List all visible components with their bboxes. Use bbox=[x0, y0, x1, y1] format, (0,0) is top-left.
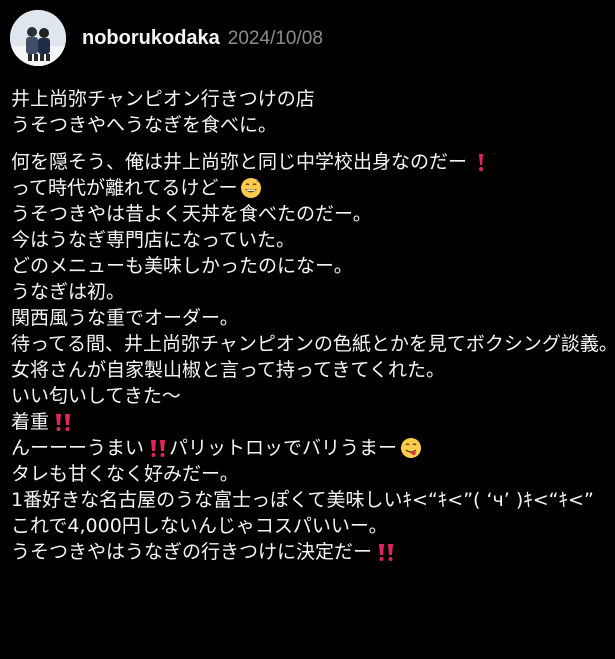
post-text-line: うそつきやは昔よく天丼を食べたのだー。 bbox=[11, 201, 613, 227]
exclamation-icon bbox=[470, 151, 492, 173]
line-text: タレも甘くなく好みだー。 bbox=[11, 463, 239, 485]
double-exclamation-icon bbox=[147, 437, 169, 459]
post-meta: noborukodaka 2024/10/08 bbox=[82, 27, 323, 50]
post-text-line: 関西風うな重でオーダー。 bbox=[11, 305, 613, 331]
post-text-line: いい匂いしてきた〜 bbox=[11, 383, 613, 409]
post-text-line: 着重 bbox=[11, 409, 613, 435]
line-text: 待ってる間、井上尚弥チャンピオンの色紙とかを見てボクシング談義。 bbox=[11, 333, 615, 355]
line-text: って時代が離れてるけどー bbox=[11, 177, 238, 199]
post-body: 井上尚弥チャンピオン行きつけの店 うそつきやへうなぎを食べに。 何を隠そう、俺は井… bbox=[11, 86, 615, 565]
line-text: いい匂いしてきた〜 bbox=[11, 385, 181, 407]
post-text-line: これで4,000円しないんじゃコスパいいー。 bbox=[11, 513, 613, 539]
line-text: 今はうなぎ専門店になっていた。 bbox=[11, 229, 296, 251]
line-text: うそつきやへうなぎを食べに。 bbox=[11, 114, 278, 136]
double-exclamation-icon bbox=[375, 541, 397, 563]
double-exclamation-icon bbox=[52, 411, 74, 433]
line-text: んーーーうまい bbox=[11, 437, 145, 459]
post-text-line: 今はうなぎ専門店になっていた。 bbox=[11, 227, 613, 253]
line-text: 何を隠そう、俺は井上尚弥と同じ中学校出身なのだー bbox=[11, 151, 468, 173]
post-text-line: 1番好きな名古屋のうな富士っぽくて美味しいｷ<“ｷ<”( ‘ч’ )ｷ<“ｷ<” bbox=[11, 487, 613, 513]
paragraph-2: 何を隠そう、俺は井上尚弥と同じ中学校出身なのだー って時代が離れてるけどーうそつき… bbox=[11, 149, 615, 565]
line-text: 着重 bbox=[11, 411, 50, 433]
post-text-line: うなぎは初。 bbox=[11, 279, 613, 305]
post-text-line: うそつきやへうなぎを食べに。 bbox=[11, 112, 613, 138]
post-header: noborukodaka 2024/10/08 bbox=[10, 10, 323, 66]
line-text: 1番好きな名古屋のうな富士っぽくて美味しいｷ<“ｷ<”( ‘ч’ )ｷ<“ｷ<” bbox=[11, 489, 594, 511]
avatar-photo-icon bbox=[10, 10, 66, 66]
line-text: どのメニューも美味しかったのになー。 bbox=[11, 255, 353, 277]
post: noborukodaka 2024/10/08 井上尚弥チャンピオン行きつけの店… bbox=[0, 0, 615, 659]
post-text-line: 女将さんが自家製山椒と言って持ってきてくれた。 bbox=[11, 357, 613, 383]
post-text-line: 待ってる間、井上尚弥チャンピオンの色紙とかを見てボクシング談義。 bbox=[11, 331, 615, 357]
line-text-continuation: パリットロッでバリうまー bbox=[169, 437, 398, 459]
grinning-sweat-icon bbox=[240, 177, 262, 199]
post-text-line: タレも甘くなく好みだー。 bbox=[11, 461, 613, 487]
paragraph-1: 井上尚弥チャンピオン行きつけの店 うそつきやへうなぎを食べに。 bbox=[11, 86, 613, 138]
post-text-line: 何を隠そう、俺は井上尚弥と同じ中学校出身なのだー bbox=[11, 149, 613, 175]
yum-face-icon bbox=[400, 437, 422, 459]
post-text-line: どのメニューも美味しかったのになー。 bbox=[11, 253, 613, 279]
post-text-line: 井上尚弥チャンピオン行きつけの店 bbox=[11, 86, 613, 112]
post-text-line: って時代が離れてるけどー bbox=[11, 175, 613, 201]
line-text: 女将さんが自家製山椒と言って持ってきてくれた。 bbox=[11, 359, 445, 381]
line-text: うなぎは初。 bbox=[11, 281, 126, 303]
avatar[interactable] bbox=[10, 10, 66, 66]
post-text-line: んーーーうまい パリットロッでバリうまー bbox=[11, 435, 613, 461]
line-text: うそつきやはうなぎの行きつけに決定だー bbox=[11, 541, 373, 563]
post-text-line: うそつきやはうなぎの行きつけに決定だー bbox=[11, 539, 613, 565]
line-text: うそつきやは昔よく天丼を食べたのだー。 bbox=[11, 203, 372, 225]
line-text: 井上尚弥チャンピオン行きつけの店 bbox=[11, 88, 315, 110]
post-date[interactable]: 2024/10/08 bbox=[228, 28, 323, 50]
line-text: これで4,000円しないんじゃコスパいいー。 bbox=[11, 515, 388, 537]
line-text: 関西風うな重でオーダー。 bbox=[11, 307, 239, 329]
username[interactable]: noborukodaka bbox=[82, 27, 220, 50]
